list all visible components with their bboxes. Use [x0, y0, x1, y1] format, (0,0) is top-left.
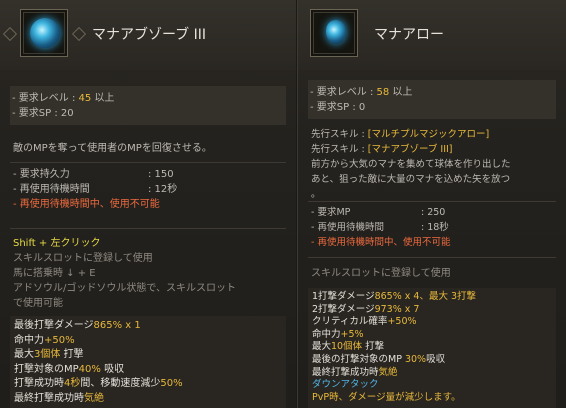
divider — [308, 257, 556, 258]
prereq-block: 先行スキル : [マルチプルマジックアロー] 先行スキル : [マナアブゾーブ … — [311, 127, 511, 202]
effects-box: 1打撃ダメージ865% x 4、最大 3打撃 2打撃ダメージ973% x 7 クリテ… — [308, 288, 556, 408]
divider — [10, 228, 286, 229]
effect-line: 最後打撃ダメージ865% x 1 — [14, 320, 141, 331]
description-line: 。 — [311, 189, 321, 200]
effect-line: 最後の打撃対象のMP 30%吸収 — [312, 353, 446, 365]
stat-list: - 要求持久力: 150 - 再使用待機時間: 12秒 - 再使用待機時間中、使… — [13, 169, 178, 210]
divider — [10, 162, 286, 163]
skill-description: 敵のMPを奪って使用者のMPを回復させる。 — [13, 143, 212, 154]
req-level: - 要求レベル : 45 以上 — [12, 93, 115, 104]
blue-mana-orb-icon — [30, 18, 60, 48]
requirements-box: - 要求レベル : 58 以上 - 要求SP : 0 — [308, 80, 556, 119]
effect-line: ダウンアタック — [312, 379, 379, 391]
req-sp: - 要求SP : 20 — [12, 108, 74, 119]
effect-line: 2打撃ダメージ973% x 7 — [312, 303, 420, 315]
tooltip-header: マナアブゾーブ III — [0, 0, 296, 70]
effect-line: 打撃対象のMP40% 吸収 — [14, 363, 125, 375]
diamond-ornament-icon — [71, 26, 87, 42]
effect-line: 打撃成功時4秒間、移動速度減少50% — [14, 378, 183, 389]
skill-title: マナアブゾーブ III — [92, 27, 206, 43]
note-line: スキルスロットに登録して使用 — [13, 253, 153, 264]
cooldown-warning: - 再使用待機時間中、使用不可能 — [13, 199, 160, 210]
note-line: アドソウル/ゴッドソウル状態で、スキルスロット — [13, 283, 236, 294]
diamond-ornament-icon — [2, 26, 18, 42]
note-line: 馬に搭乗時 ↓ + E — [13, 268, 96, 279]
effects-box: 最後打撃ダメージ865% x 1 命中力+50% 最大3個体 打撃打撃対象のMP40… — [10, 316, 286, 408]
skill-title: マナアロー — [374, 27, 444, 43]
requirements-box: - 要求レベル : 45 以上 - 要求SP : 20 — [10, 86, 286, 125]
stat-list: - 要求MP: 250 - 再使用待機時間: 18秒 - 再使用待機時間中、使用… — [311, 207, 451, 248]
effect-line: 最終打撃成功時気絶 — [14, 392, 104, 404]
effect-line: 1打撃ダメージ865% x 4、最大 3打撃 — [312, 291, 477, 302]
req-level: - 要求レベル : 58 以上 — [310, 87, 413, 98]
note-line: で使用可能 — [13, 298, 63, 309]
cooldown-warning: - 再使用待機時間中、使用不可能 — [311, 237, 451, 248]
effect-line: 最終打撃成功時気絶 — [312, 366, 398, 378]
effect-line: 命中力+5% — [312, 328, 364, 340]
divider — [308, 201, 556, 202]
effect-line: PvP時、ダメージ量が減少します。 — [312, 391, 461, 403]
req-sp: - 要求SP : 0 — [310, 102, 366, 113]
effect-line: 最大10個体 打撃 — [312, 341, 385, 353]
effect-line: クリティカル確率+50% — [312, 316, 417, 328]
mana-arrow-icon — [326, 20, 346, 44]
effect-line: 最大3個体 打撃 — [14, 349, 84, 360]
effect-line: 命中力+50% — [14, 334, 75, 346]
skill-icon-frame — [310, 9, 358, 57]
usage-note: スキルスロットに登録して使用 — [311, 268, 451, 279]
command-shortcut: Shift + 左クリック — [13, 238, 101, 249]
tooltip-mana-absorb: マナアブゾーブ III - 要求レベル : 45 以上 - 要求SP : 20 … — [0, 0, 296, 408]
description-line: あと、狙った敵に大量のマナを込めた矢を放つ — [311, 174, 511, 185]
prereq-skill: 先行スキル : [マルチプルマジックアロー] — [311, 129, 490, 140]
prereq-skill: 先行スキル : [マナアブゾーブ III] — [311, 144, 453, 155]
description-line: 前方から大気のマナを集めて球体を作り出した — [311, 159, 511, 170]
command-block: Shift + 左クリック スキルスロットに登録して使用 馬に搭乗時 ↓ + E… — [13, 236, 236, 311]
tooltip-mana-arrow: マナアロー - 要求レベル : 58 以上 - 要求SP : 0 先行スキル :… — [297, 0, 566, 408]
skill-icon-frame — [20, 9, 68, 57]
tooltip-header: マナアロー — [298, 0, 566, 70]
